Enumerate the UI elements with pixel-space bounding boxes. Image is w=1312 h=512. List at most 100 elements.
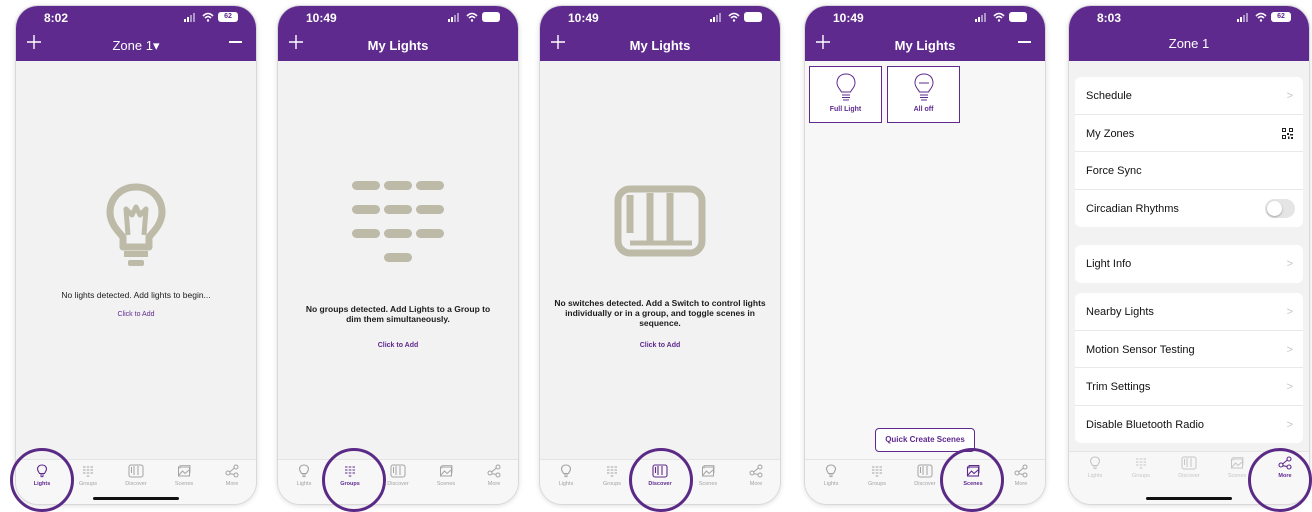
empty-state: No lights detected. Add lights to begin.… (16, 61, 256, 459)
chevron-right-icon: > (1286, 343, 1293, 356)
empty-message: No lights detected. Add lights to begin.… (61, 290, 211, 300)
row-circadian-rhythms: Circadian Rhythms (1075, 190, 1303, 228)
tab-label: Lights (823, 481, 839, 487)
tab-lights[interactable]: Lights (1073, 456, 1117, 479)
circadian-toggle[interactable] (1265, 198, 1295, 218)
phone-screen-lights: 8:02 62 Zone 1▾ No lights detected. Add … (16, 6, 256, 504)
row-label: Trim Settings (1086, 381, 1151, 393)
click-to-add-link[interactable]: Click to Add (540, 342, 780, 349)
lightbulb-icon (835, 73, 856, 101)
wifi-icon (466, 12, 478, 22)
qr-code-icon (1282, 127, 1293, 139)
status-time: 8:02 (44, 11, 69, 25)
chevron-right-icon: > (1286, 258, 1293, 270)
tab-more[interactable]: More (210, 464, 254, 487)
tab-label: Scenes (174, 481, 194, 487)
tab-bar: Lights Groups Discover Scenes More (278, 459, 518, 504)
lightbulb-icon (1089, 456, 1101, 470)
tab-more[interactable]: More (734, 464, 778, 487)
row-disable-bluetooth-radio[interactable]: Disable Bluetooth Radio > (1075, 406, 1303, 444)
tab-lights[interactable]: Lights (282, 464, 326, 487)
signal-icon (1237, 12, 1251, 22)
share-icon (487, 464, 501, 478)
page-title: Zone 1 (1168, 36, 1210, 51)
row-nearby-lights[interactable]: Nearby Lights > (1075, 293, 1303, 331)
row-light-info[interactable]: Light Info > (1075, 245, 1303, 283)
groups-icon (607, 466, 617, 477)
row-trim-settings[interactable]: Trim Settings > (1075, 368, 1303, 406)
tab-groups[interactable]: Groups (1119, 456, 1163, 479)
tab-groups[interactable]: Groups (590, 464, 634, 487)
status-bar: 8:03 62 (1069, 6, 1309, 28)
status-time: 8:03 (1097, 11, 1122, 25)
scene-all-off[interactable]: All off (887, 66, 960, 123)
tab-label: Lights (296, 481, 312, 487)
tab-label: Lights (1087, 473, 1103, 479)
share-icon (749, 464, 763, 478)
highlight-circle (322, 448, 386, 512)
tab-more[interactable]: More (999, 464, 1043, 487)
scene-full-light[interactable]: Full Light (809, 66, 882, 123)
tab-label: Scenes (436, 481, 456, 487)
row-label: Disable Bluetooth Radio (1086, 418, 1205, 431)
click-to-add-link[interactable]: Click to Add (16, 311, 256, 318)
row-my-zones[interactable]: My Zones (1075, 115, 1303, 152)
page-title: My Lights (894, 38, 956, 53)
tab-label: More (487, 481, 501, 487)
settings-group: Light Info > (1075, 245, 1303, 283)
tab-lights[interactable]: Lights (809, 464, 853, 487)
tab-bar: Lights Groups Discover Scenes More (805, 459, 1045, 504)
empty-state: No switches detected. Add a Switch to co… (540, 61, 780, 459)
page-title: Zone 1 (112, 38, 153, 53)
wifi-icon (202, 12, 214, 22)
tab-lights[interactable]: Lights (544, 464, 588, 487)
highlight-circle (629, 448, 693, 512)
status-time: 10:49 (568, 11, 599, 25)
phone-screen-scenes: 10:49 My Lights Full Light All off Quick… (805, 6, 1045, 504)
tab-scenes[interactable]: Scenes (424, 464, 468, 487)
switch-icon (128, 464, 144, 478)
status-time: 10:49 (833, 11, 864, 25)
scenes-icon (702, 465, 715, 477)
chevron-right-icon: > (1286, 90, 1293, 102)
empty-message: No groups detected. Add Lights to a Grou… (305, 304, 491, 324)
quick-create-scenes-button[interactable]: Quick Create Scenes (875, 428, 975, 452)
groups-icon (1136, 458, 1146, 469)
lightbulb-off-icon (913, 73, 934, 101)
wifi-icon (728, 12, 740, 22)
tab-label: Discover (1178, 473, 1200, 479)
row-force-sync[interactable]: Force Sync (1075, 152, 1303, 190)
tab-scenes[interactable]: Scenes (162, 464, 206, 487)
tab-groups[interactable]: Groups (855, 464, 899, 487)
switch-icon (917, 464, 933, 478)
status-bar: 8:02 62 (16, 6, 256, 28)
lightbulb-icon (106, 183, 166, 266)
highlight-circle (1248, 448, 1312, 512)
signal-icon (975, 12, 989, 22)
tab-discover[interactable]: Discover (1167, 456, 1211, 479)
scene-label: Full Light (829, 106, 862, 113)
row-label: Circadian Rhythms (1086, 202, 1179, 215)
row-motion-sensor-testing[interactable]: Motion Sensor Testing > (1075, 331, 1303, 368)
switch-icon (390, 464, 406, 478)
page-title: My Lights (367, 38, 429, 53)
scenes-icon (440, 465, 453, 477)
remove-icon[interactable] (1018, 41, 1031, 43)
status-bar: 10:49 (805, 6, 1045, 28)
lightbulb-icon (825, 464, 837, 478)
switch-icon (1181, 456, 1197, 470)
chevron-right-icon: > (1286, 306, 1293, 318)
zone-selector[interactable]: Zone 1▾ (16, 38, 256, 54)
groups-icon (352, 181, 444, 262)
tab-more[interactable]: More (472, 464, 516, 487)
settings-group: Schedule > My Zones Force Sync Circadian… (1075, 77, 1303, 227)
home-indicator (93, 497, 179, 500)
battery-icon: 62 (218, 12, 238, 22)
remove-icon[interactable] (229, 41, 242, 43)
row-label: Schedule (1086, 90, 1132, 102)
click-to-add-link[interactable]: Click to Add (278, 342, 518, 349)
page-title: My Lights (629, 38, 691, 53)
scenes-icon (178, 465, 191, 477)
row-schedule[interactable]: Schedule > (1075, 77, 1303, 115)
tab-discover[interactable]: Discover (114, 464, 158, 487)
